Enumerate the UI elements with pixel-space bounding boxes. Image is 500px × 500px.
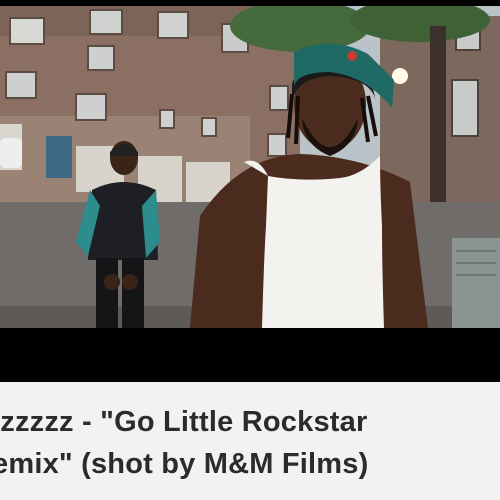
video-player[interactable] (0, 6, 500, 328)
video-title-line-1[interactable]: izzzzz - "Go Little Rockstar (0, 406, 367, 439)
video-title-panel: izzzzz - "Go Little Rockstar emix" (shot… (0, 382, 500, 500)
video-thumbnail (0, 6, 500, 328)
video-title-line-2[interactable]: emix" (shot by M&M Films) (0, 448, 368, 481)
bottom-letterbox (0, 328, 500, 382)
video-screen: izzzzz - "Go Little Rockstar emix" (shot… (0, 0, 500, 500)
